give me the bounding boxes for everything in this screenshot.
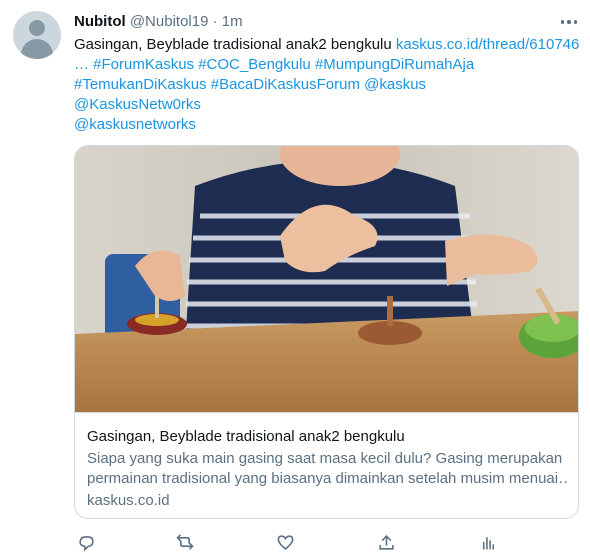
mention-kaskusnetworks[interactable]: @kaskusnetworks xyxy=(74,115,580,135)
tweet-timestamp[interactable]: 1m xyxy=(222,13,243,30)
tweet-text: Gasingan, Beyblade tradisional anak2 ben… xyxy=(74,35,580,135)
card-description: Siapa yang suka main gasing saat masa ke… xyxy=(87,449,568,489)
tweet[interactable]: Nubitol @Nubitol19 · 1m Gasingan, Beybla… xyxy=(0,0,590,560)
card-body[interactable]: Gasingan, Beyblade tradisional anak2 ben… xyxy=(75,412,578,511)
card-image[interactable] xyxy=(75,146,578,412)
card-title[interactable]: Gasingan, Beyblade tradisional anak2 ben… xyxy=(87,427,568,447)
card-description-line-1: Siapa yang suka main gasing saat masa ke… xyxy=(87,450,563,467)
avatar[interactable] xyxy=(13,11,61,59)
separator-dot: · xyxy=(212,13,218,30)
tweet-text-line-1: Gasingan, Beyblade tradisional anak2 ben… xyxy=(74,35,580,55)
tweet-actions xyxy=(74,530,580,554)
tweet-text-plain: Gasingan, Beyblade tradisional anak2 ben… xyxy=(74,36,396,53)
mention-kaskusnetw0rks[interactable]: @KaskusNetw0rks xyxy=(74,95,580,115)
hashtags-line-2[interactable]: #TemukanDiKaskus #BacaDiKaskusForum @kas… xyxy=(74,75,580,95)
link-preview-card[interactable]: Gasingan, Beyblade tradisional anak2 ben… xyxy=(74,145,579,519)
tweet-header: Nubitol @Nubitol19 · 1m xyxy=(74,12,243,32)
share-icon[interactable] xyxy=(374,530,398,554)
avatar-head-shape xyxy=(29,20,45,36)
author-handle[interactable]: @Nubitol19 xyxy=(130,13,209,30)
reply-icon[interactable] xyxy=(74,530,98,554)
like-icon[interactable] xyxy=(273,530,297,554)
hashtags-line-1[interactable]: … #ForumKaskus #COC_Bengkulu #MumpungDiR… xyxy=(74,55,580,75)
more-icon[interactable] xyxy=(555,12,583,32)
card-description-line-2: permainan tradisional yang biasanya dima… xyxy=(87,470,568,487)
avatar-body-shape xyxy=(21,39,53,59)
thread-link[interactable]: kaskus.co.id/thread/610746c xyxy=(396,36,580,53)
card-photo xyxy=(75,146,578,412)
analytics-icon[interactable] xyxy=(476,530,500,554)
retweet-icon[interactable] xyxy=(173,530,197,554)
card-domain: kaskus.co.id xyxy=(87,492,170,509)
author-name[interactable]: Nubitol xyxy=(74,13,126,30)
